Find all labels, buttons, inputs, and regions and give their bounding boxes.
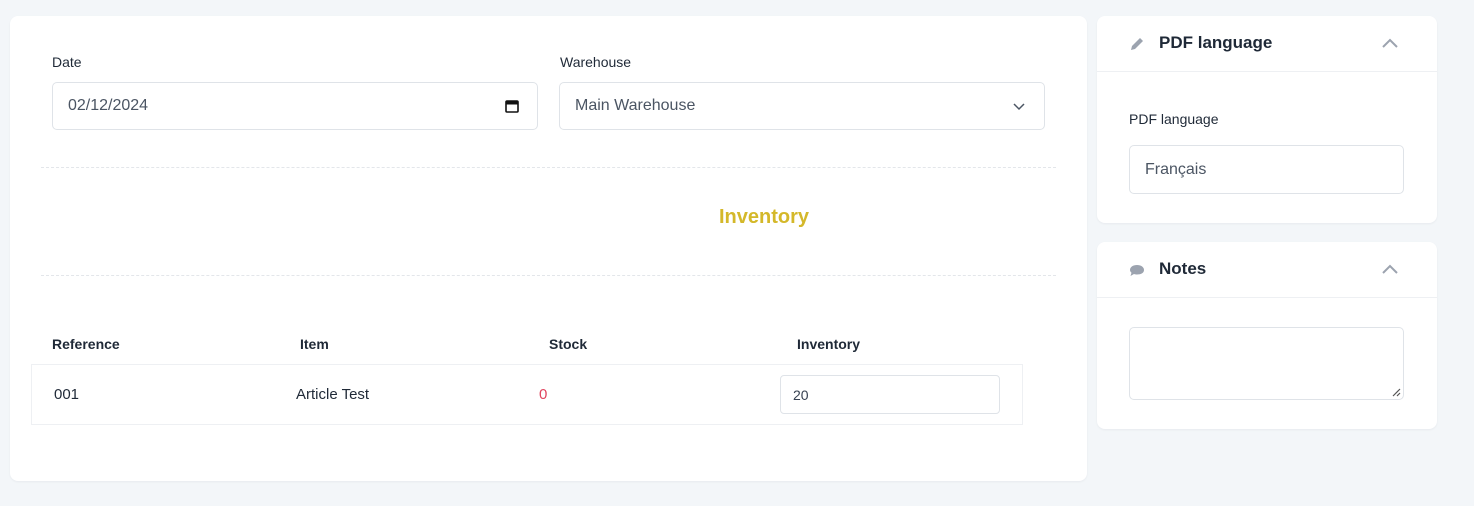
- pdf-language-panel: PDF language PDF language Français: [1097, 16, 1437, 223]
- pdf-language-panel-title: PDF language: [1159, 33, 1273, 52]
- pencil-icon: [1131, 38, 1143, 50]
- inventory-input[interactable]: 20: [780, 375, 1000, 414]
- calendar-icon[interactable]: [505, 99, 519, 113]
- pdf-language-label: PDF language: [1129, 111, 1219, 127]
- column-header-reference: Reference: [52, 336, 120, 352]
- resize-handle-icon[interactable]: [1391, 387, 1401, 397]
- column-header-inventory: Inventory: [797, 336, 861, 352]
- date-label: Date: [52, 54, 82, 70]
- notes-panel-header: Notes: [1097, 242, 1437, 298]
- row-stock: 0: [539, 386, 548, 403]
- inventory-value: 20: [793, 386, 809, 403]
- warehouse-label: Warehouse: [560, 54, 632, 70]
- notes-panel: Notes: [1097, 242, 1437, 429]
- chevron-down-icon: [1013, 103, 1025, 111]
- row-item: Article Test: [296, 386, 370, 403]
- chat-bubble-icon: [1130, 265, 1144, 276]
- column-header-item: Item: [300, 336, 329, 352]
- pdf-language-value: Français: [1145, 160, 1207, 178]
- notes-panel-title: Notes: [1159, 259, 1207, 278]
- pdf-language-select[interactable]: Français: [1129, 145, 1404, 194]
- row-reference: 001: [54, 386, 80, 403]
- divider-top: [41, 167, 1056, 168]
- date-input[interactable]: 02/12/2024: [52, 82, 538, 130]
- chevron-up-icon[interactable]: [1381, 262, 1399, 276]
- inventory-form-card: Date 02/12/2024 Warehouse Main Warehouse…: [10, 16, 1087, 481]
- date-value: 02/12/2024: [68, 97, 149, 114]
- chevron-up-icon[interactable]: [1381, 36, 1399, 50]
- table-row: 001 Article Test 0 20: [31, 364, 1023, 425]
- warehouse-select[interactable]: Main Warehouse: [559, 82, 1045, 130]
- warehouse-value: Main Warehouse: [575, 97, 696, 114]
- pdf-language-panel-header: PDF language: [1097, 16, 1437, 72]
- notes-textarea[interactable]: [1129, 327, 1404, 400]
- column-header-stock: Stock: [549, 336, 588, 352]
- divider-bottom: [41, 275, 1056, 276]
